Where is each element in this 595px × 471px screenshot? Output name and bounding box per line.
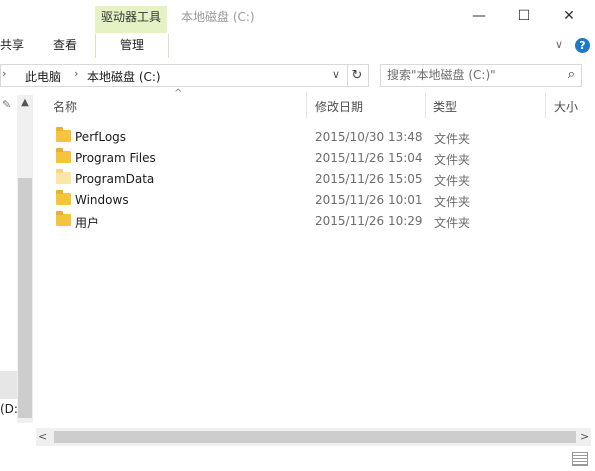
file-row[interactable]: PerfLogs 2015/10/30 13:48 文件夹: [40, 127, 580, 148]
column-divider[interactable]: [425, 92, 426, 118]
file-name: ProgramData: [75, 172, 155, 186]
column-divider[interactable]: [306, 92, 307, 118]
ribbon-expand-icon[interactable]: ∨: [555, 38, 563, 51]
column-header-size[interactable]: 大小: [554, 98, 578, 115]
window-title: 本地磁盘 (C:): [181, 10, 255, 24]
folder-icon: [56, 148, 71, 163]
column-header-type[interactable]: 类型: [433, 98, 457, 115]
file-row[interactable]: Windows 2015/11/26 10:01 文件夹: [40, 190, 580, 211]
horizontal-scrollbar-thumb[interactable]: [54, 431, 576, 443]
file-type: 文件夹: [434, 153, 471, 167]
tab-share[interactable]: 共享: [0, 34, 24, 58]
nav-selected-item[interactable]: [0, 371, 17, 399]
file-type: 文件夹: [434, 132, 471, 146]
file-row[interactable]: ProgramData 2015/11/26 15:05 文件夹: [40, 169, 580, 190]
hidden-folder-icon: [56, 169, 71, 184]
search-box[interactable]: ⌕: [380, 64, 582, 87]
refresh-icon[interactable]: ↻: [346, 64, 369, 87]
breadcrumb-this-pc[interactable]: 此电脑: [25, 68, 61, 85]
help-icon[interactable]: ?: [575, 38, 590, 53]
search-icon[interactable]: ⌕: [568, 67, 575, 82]
folder-icon: [56, 190, 71, 205]
tab-view[interactable]: 查看: [53, 34, 77, 58]
ribbon-tabs: 共享 查看 管理 ∨ ?: [0, 34, 595, 58]
nav-item-drive-d[interactable]: (D:: [0, 402, 18, 416]
breadcrumb-local-disk[interactable]: 本地磁盘 (C:): [87, 68, 161, 85]
file-date: 2015/11/26 15:04: [315, 151, 423, 165]
file-name: Windows: [75, 193, 129, 207]
nav-scroll-up-icon[interactable]: ▲: [17, 95, 33, 111]
file-row[interactable]: Program Files 2015/11/26 15:04 文件夹: [40, 148, 580, 169]
file-type: 文件夹: [434, 216, 471, 230]
address-toolbar: › 此电脑 › 本地磁盘 (C:) ∨ ↻ ⌕: [0, 58, 595, 92]
tab-manage[interactable]: 管理: [95, 34, 169, 58]
file-type: 文件夹: [434, 174, 471, 188]
details-view-icon[interactable]: [572, 452, 588, 466]
folder-icon: [56, 211, 71, 226]
file-name: Program Files: [75, 151, 156, 165]
drive-tools-context-label: 驱动器工具: [95, 6, 167, 33]
column-header-row: 名称 修改日期 类型 大小: [40, 92, 595, 118]
file-date: 2015/10/30 13:48: [315, 130, 423, 144]
scroll-right-icon[interactable]: >: [580, 430, 589, 443]
file-name: 用户: [75, 216, 100, 230]
pin-icon: ✎: [2, 98, 12, 111]
address-bar[interactable]: › 此电脑 › 本地磁盘 (C:) ∨: [0, 64, 348, 87]
file-row[interactable]: 用户 2015/11/26 10:29 文件夹: [40, 211, 580, 232]
file-date: 2015/11/26 10:01: [315, 193, 423, 207]
close-button[interactable]: ✕: [546, 0, 592, 32]
file-date: 2015/11/26 10:29: [315, 214, 423, 228]
minimize-button[interactable]: —: [456, 0, 502, 32]
address-back-chevron-icon[interactable]: ›: [2, 67, 6, 80]
column-divider[interactable]: [545, 92, 546, 118]
column-header-name[interactable]: 名称: [53, 98, 77, 115]
column-header-date[interactable]: 修改日期: [315, 98, 363, 115]
status-bar: [0, 446, 595, 471]
scroll-left-icon[interactable]: <: [38, 430, 47, 443]
nav-scrollbar-thumb[interactable]: [18, 178, 32, 418]
folder-icon: [56, 127, 71, 142]
file-type: 文件夹: [434, 195, 471, 209]
maximize-button[interactable]: ☐: [501, 0, 547, 32]
file-date: 2015/11/26 15:05: [315, 172, 423, 186]
search-input[interactable]: [387, 67, 555, 83]
breadcrumb-chevron-icon[interactable]: ›: [74, 67, 78, 80]
file-name: PerfLogs: [75, 130, 127, 144]
address-dropdown-icon[interactable]: ∨: [332, 68, 340, 81]
